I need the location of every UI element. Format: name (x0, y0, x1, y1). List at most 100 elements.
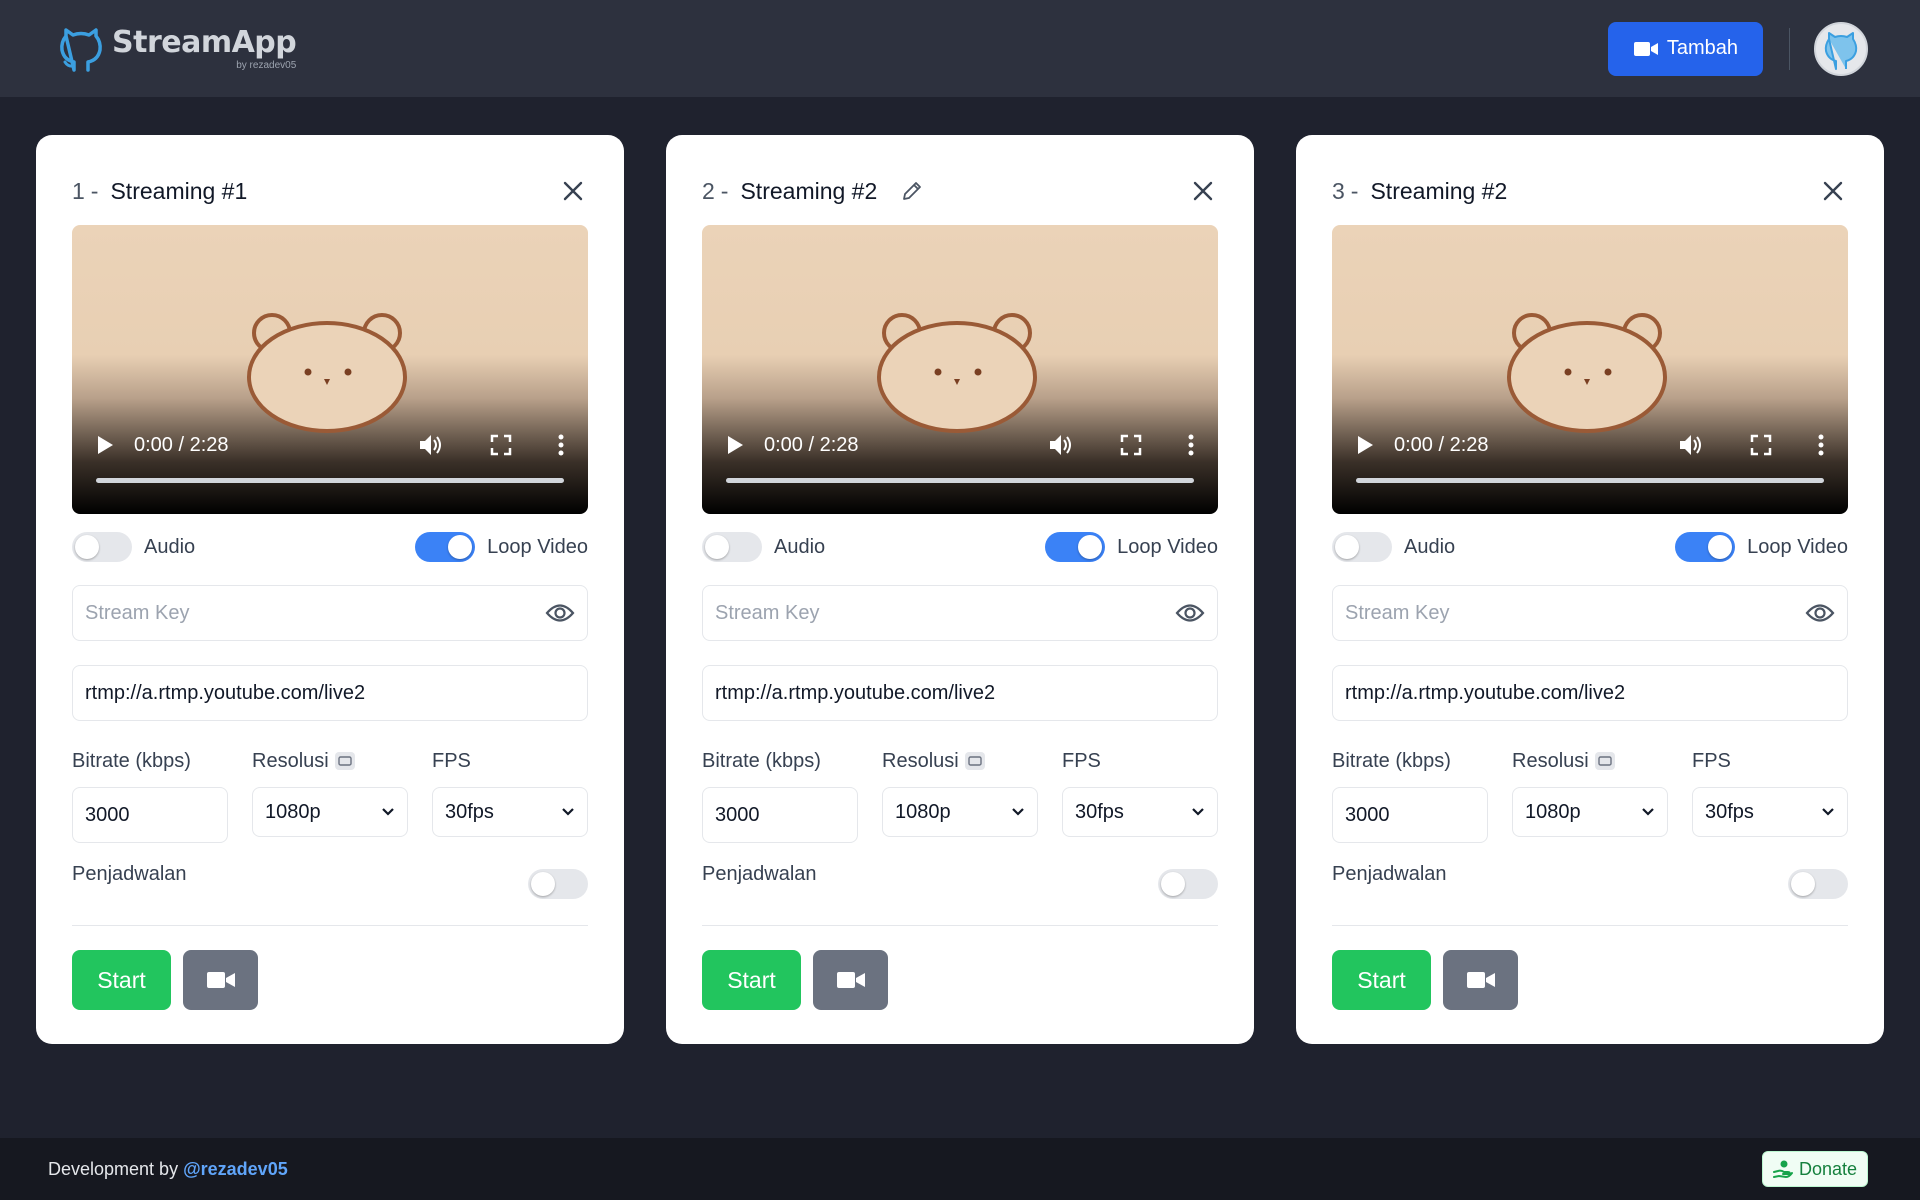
card-divider (1332, 925, 1848, 926)
camera-button[interactable] (183, 950, 258, 1010)
fullscreen-icon[interactable] (490, 434, 512, 456)
bitrate-input[interactable]: 3000 (1332, 787, 1488, 843)
donate-hand-icon (1772, 1160, 1793, 1179)
more-options-icon[interactable] (1818, 434, 1824, 456)
user-avatar-icon (1824, 31, 1858, 70)
fps-value: 30fps (1075, 800, 1124, 823)
volume-icon[interactable] (418, 433, 444, 457)
audio-toggle[interactable] (702, 532, 762, 562)
close-card-button[interactable] (1818, 176, 1848, 206)
fullscreen-icon[interactable] (1750, 434, 1772, 456)
fps-value: 30fps (445, 800, 494, 823)
video-player[interactable]: 0:00 / 2:28 (702, 225, 1218, 514)
stream-key-input[interactable] (85, 601, 545, 625)
author-link[interactable]: @rezadev05 (183, 1159, 288, 1179)
fps-select[interactable]: 30fps (1062, 787, 1218, 837)
rtmp-url-field (72, 665, 588, 721)
play-icon[interactable] (726, 435, 744, 455)
eye-icon[interactable] (1175, 602, 1205, 624)
close-card-button[interactable] (1188, 176, 1218, 206)
brand[interactable]: StreamApp by rezadev05 (56, 24, 297, 74)
card-name: Streaming #1 (110, 177, 248, 204)
video-player[interactable]: 0:00 / 2:28 (72, 225, 588, 514)
schedule-toggle[interactable] (1158, 869, 1218, 899)
start-button[interactable]: Start (1332, 950, 1431, 1010)
resolution-label: Resolusi (1512, 749, 1589, 772)
close-card-button[interactable] (558, 176, 588, 206)
volume-icon[interactable] (1678, 433, 1704, 457)
card-number: 3 (1332, 177, 1345, 204)
rtmp-url-input[interactable] (1345, 681, 1835, 705)
video-player[interactable]: 0:00 / 2:28 (1332, 225, 1848, 514)
rtmp-url-input[interactable] (85, 681, 575, 705)
stream-cards: 1 - Streaming #1 0:00 / 2:28 Audio Loop … (36, 135, 1884, 1044)
fps-select[interactable]: 30fps (1692, 787, 1848, 837)
video-progress-bar[interactable] (1356, 478, 1824, 483)
schedule-label: Penjadwalan (1332, 863, 1447, 885)
schedule-toggle[interactable] (528, 869, 588, 899)
brand-name: StreamApp (112, 25, 297, 60)
start-button[interactable]: Start (702, 950, 801, 1010)
brand-byline: by rezadev05 (236, 60, 297, 71)
play-icon[interactable] (96, 435, 114, 455)
schedule-label: Penjadwalan (702, 863, 817, 885)
video-time: 0:00 / 2:28 (1394, 433, 1489, 456)
video-progress-bar[interactable] (96, 478, 564, 483)
stream-key-input[interactable] (1345, 601, 1805, 625)
video-camera-icon (206, 972, 235, 988)
add-stream-button[interactable]: Tambah (1607, 21, 1763, 76)
footer-credit: Development by @rezadev05 (48, 1159, 288, 1180)
chevron-down-icon (1192, 808, 1204, 816)
card-name: Streaming #2 (1370, 177, 1508, 204)
bitrate-value: 3000 (1345, 803, 1390, 826)
donate-label: Donate (1798, 1158, 1857, 1179)
bear-thumbnail (1507, 313, 1667, 433)
eye-icon[interactable] (545, 602, 575, 624)
video-camera-icon (1633, 41, 1658, 56)
resolution-select[interactable]: 1080p (252, 787, 408, 837)
loop-video-toggle[interactable] (415, 532, 476, 562)
close-icon (1823, 181, 1843, 201)
fps-label: FPS (432, 749, 471, 772)
bitrate-value: 3000 (715, 803, 760, 826)
fullscreen-icon[interactable] (1120, 434, 1142, 456)
card-name: Streaming #2 (740, 177, 878, 204)
header-divider (1789, 27, 1790, 70)
loop-video-label: Loop Video (487, 535, 588, 558)
audio-toggle[interactable] (1332, 532, 1392, 562)
donate-button[interactable]: Donate (1761, 1151, 1868, 1187)
eye-icon[interactable] (1805, 602, 1835, 624)
camera-button[interactable] (813, 950, 888, 1010)
schedule-label: Penjadwalan (72, 863, 187, 885)
card-separator: - (720, 177, 729, 204)
avatar[interactable] (1814, 21, 1868, 76)
more-options-icon[interactable] (1188, 434, 1194, 456)
footer-text: Development by (48, 1158, 179, 1179)
stream-key-field (702, 585, 1218, 641)
fps-label: FPS (1062, 749, 1101, 772)
fps-select[interactable]: 30fps (432, 787, 588, 837)
loop-video-toggle[interactable] (1675, 532, 1736, 562)
play-icon[interactable] (1356, 435, 1374, 455)
start-button[interactable]: Start (72, 950, 171, 1010)
more-options-icon[interactable] (558, 434, 564, 456)
github-cat-logo-icon (60, 27, 102, 72)
resolution-select[interactable]: 1080p (882, 787, 1038, 837)
rtmp-url-input[interactable] (715, 681, 1205, 705)
volume-icon[interactable] (1048, 433, 1074, 457)
fps-value: 30fps (1705, 800, 1754, 823)
edit-title-button[interactable] (901, 180, 923, 202)
bitrate-input[interactable]: 3000 (72, 787, 228, 843)
resolution-value: 1080p (895, 800, 951, 823)
video-progress-bar[interactable] (726, 478, 1194, 483)
chevron-down-icon (382, 808, 394, 816)
bitrate-label: Bitrate (kbps) (1332, 749, 1451, 772)
audio-toggle[interactable] (72, 532, 132, 562)
stream-key-field (1332, 585, 1848, 641)
schedule-toggle[interactable] (1788, 869, 1848, 899)
camera-button[interactable] (1443, 950, 1518, 1010)
stream-key-input[interactable] (715, 601, 1175, 625)
loop-video-toggle[interactable] (1045, 532, 1106, 562)
bitrate-input[interactable]: 3000 (702, 787, 858, 843)
resolution-select[interactable]: 1080p (1512, 787, 1668, 837)
